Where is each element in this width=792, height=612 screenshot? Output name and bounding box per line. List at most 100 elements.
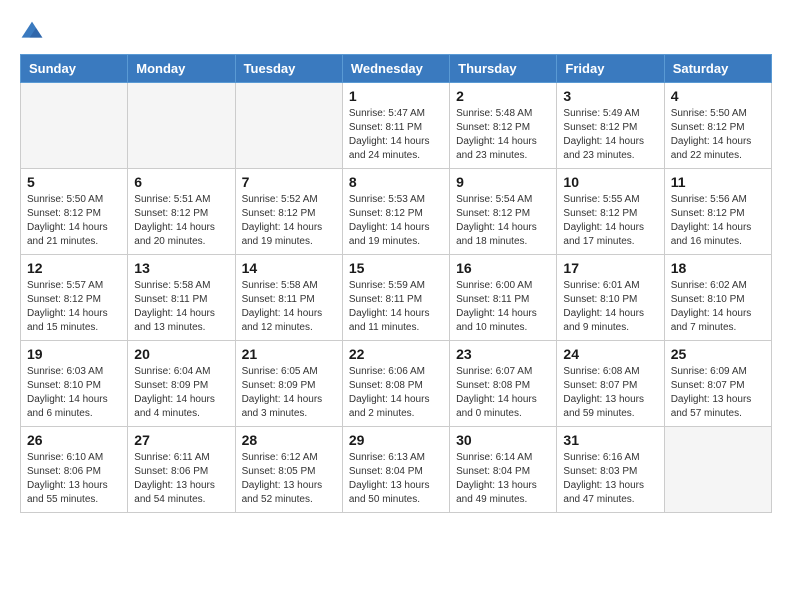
day-info: Sunrise: 6:16 AM Sunset: 8:03 PM Dayligh…: [563, 451, 657, 507]
day-info: Sunrise: 5:57 AM Sunset: 8:12 PM Dayligh…: [27, 279, 121, 335]
calendar-cell: [21, 83, 128, 169]
day-info: Sunrise: 6:00 AM Sunset: 8:11 PM Dayligh…: [456, 279, 550, 335]
calendar-cell: [664, 427, 771, 513]
weekday-header: Monday: [128, 55, 235, 83]
day-number: 3: [563, 88, 657, 104]
calendar-cell: 8 Sunrise: 5:53 AM Sunset: 8:12 PM Daylig…: [342, 169, 449, 255]
day-number: 18: [671, 260, 765, 276]
day-info: Sunrise: 5:51 AM Sunset: 8:12 PM Dayligh…: [134, 193, 228, 249]
day-number: 5: [27, 174, 121, 190]
calendar-cell: 12 Sunrise: 5:57 AM Sunset: 8:12 PM Dayli…: [21, 255, 128, 341]
day-info: Sunrise: 5:53 AM Sunset: 8:12 PM Dayligh…: [349, 193, 443, 249]
day-info: Sunrise: 5:59 AM Sunset: 8:11 PM Dayligh…: [349, 279, 443, 335]
calendar-cell: 18 Sunrise: 6:02 AM Sunset: 8:10 PM Dayli…: [664, 255, 771, 341]
calendar-cell: 16 Sunrise: 6:00 AM Sunset: 8:11 PM Dayli…: [450, 255, 557, 341]
calendar-cell: 25Sunrise: 6:09 AM Sunset: 8:07 PM Dayli…: [664, 341, 771, 427]
day-number: 30: [456, 432, 550, 448]
calendar-cell: [128, 83, 235, 169]
day-number: 11: [671, 174, 765, 190]
calendar-cell: 27Sunrise: 6:11 AM Sunset: 8:06 PM Dayli…: [128, 427, 235, 513]
calendar-cell: 17 Sunrise: 6:01 AM Sunset: 8:10 PM Dayli…: [557, 255, 664, 341]
weekday-header: Thursday: [450, 55, 557, 83]
calendar-cell: 30 Sunrise: 6:14 AM Sunset: 8:04 PM Dayli…: [450, 427, 557, 513]
calendar-cell: 11 Sunrise: 5:56 AM Sunset: 8:12 PM Dayli…: [664, 169, 771, 255]
day-info: Sunrise: 5:48 AM Sunset: 8:12 PM Dayligh…: [456, 107, 550, 163]
calendar-cell: 15 Sunrise: 5:59 AM Sunset: 8:11 PM Dayli…: [342, 255, 449, 341]
day-info: Sunrise: 6:03 AM Sunset: 8:10 PM Dayligh…: [27, 365, 121, 421]
calendar-cell: 20 Sunrise: 6:04 AM Sunset: 8:09 PM Dayli…: [128, 341, 235, 427]
calendar-cell: 14 Sunrise: 5:58 AM Sunset: 8:11 PM Dayli…: [235, 255, 342, 341]
calendar-cell: 22 Sunrise: 6:06 AM Sunset: 8:08 PM Dayli…: [342, 341, 449, 427]
calendar-week-row: 19 Sunrise: 6:03 AM Sunset: 8:10 PM Dayli…: [21, 341, 772, 427]
calendar-week-row: 26 Sunrise: 6:10 AM Sunset: 8:06 PM Dayli…: [21, 427, 772, 513]
day-number: 1: [349, 88, 443, 104]
day-info: Sunrise: 5:56 AM Sunset: 8:12 PM Dayligh…: [671, 193, 765, 249]
day-number: 6: [134, 174, 228, 190]
day-info: Sunrise: 6:07 AM Sunset: 8:08 PM Dayligh…: [456, 365, 550, 421]
day-info: Sunrise: 6:09 AM Sunset: 8:07 PM Dayligh…: [671, 365, 765, 421]
calendar-cell: 29 Sunrise: 6:13 AM Sunset: 8:04 PM Dayli…: [342, 427, 449, 513]
calendar-cell: [235, 83, 342, 169]
page-header: [20, 20, 772, 44]
day-info: Sunrise: 6:02 AM Sunset: 8:10 PM Dayligh…: [671, 279, 765, 335]
weekday-header: Saturday: [664, 55, 771, 83]
day-number: 26: [27, 432, 121, 448]
day-number: 29: [349, 432, 443, 448]
day-number: 22: [349, 346, 443, 362]
day-number: 20: [134, 346, 228, 362]
day-info: Sunrise: 6:12 AM Sunset: 8:05 PM Dayligh…: [242, 451, 336, 507]
day-info: Sunrise: 5:55 AM Sunset: 8:12 PM Dayligh…: [563, 193, 657, 249]
day-info: Sunrise: 5:47 AM Sunset: 8:11 PM Dayligh…: [349, 107, 443, 163]
day-number: 13: [134, 260, 228, 276]
day-info: Sunrise: 6:06 AM Sunset: 8:08 PM Dayligh…: [349, 365, 443, 421]
day-number: 15: [349, 260, 443, 276]
calendar-cell: 13 Sunrise: 5:58 AM Sunset: 8:11 PM Dayli…: [128, 255, 235, 341]
calendar-cell: 21Sunrise: 6:05 AM Sunset: 8:09 PM Dayli…: [235, 341, 342, 427]
calendar-header-row: SundayMondayTuesdayWednesdayThursdayFrid…: [21, 55, 772, 83]
day-number: 2: [456, 88, 550, 104]
day-number: 28: [242, 432, 336, 448]
day-info: Sunrise: 5:50 AM Sunset: 8:12 PM Dayligh…: [671, 107, 765, 163]
day-number: 27: [134, 432, 228, 448]
day-info: Sunrise: 6:04 AM Sunset: 8:09 PM Dayligh…: [134, 365, 228, 421]
weekday-header: Sunday: [21, 55, 128, 83]
day-number: 10: [563, 174, 657, 190]
day-number: 19: [27, 346, 121, 362]
weekday-header: Tuesday: [235, 55, 342, 83]
day-number: 14: [242, 260, 336, 276]
calendar-cell: 7Sunrise: 5:52 AM Sunset: 8:12 PM Daylig…: [235, 169, 342, 255]
day-info: Sunrise: 6:01 AM Sunset: 8:10 PM Dayligh…: [563, 279, 657, 335]
calendar-week-row: 5 Sunrise: 5:50 AM Sunset: 8:12 PM Daylig…: [21, 169, 772, 255]
day-number: 17: [563, 260, 657, 276]
day-number: 31: [563, 432, 657, 448]
day-number: 23: [456, 346, 550, 362]
day-number: 12: [27, 260, 121, 276]
day-info: Sunrise: 6:10 AM Sunset: 8:06 PM Dayligh…: [27, 451, 121, 507]
calendar-cell: 9 Sunrise: 5:54 AM Sunset: 8:12 PM Daylig…: [450, 169, 557, 255]
day-info: Sunrise: 5:58 AM Sunset: 8:11 PM Dayligh…: [242, 279, 336, 335]
calendar-cell: 28 Sunrise: 6:12 AM Sunset: 8:05 PM Dayli…: [235, 427, 342, 513]
day-info: Sunrise: 6:14 AM Sunset: 8:04 PM Dayligh…: [456, 451, 550, 507]
calendar-week-row: 1 Sunrise: 5:47 AM Sunset: 8:11 PM Daylig…: [21, 83, 772, 169]
weekday-header: Wednesday: [342, 55, 449, 83]
calendar-cell: 3 Sunrise: 5:49 AM Sunset: 8:12 PM Daylig…: [557, 83, 664, 169]
calendar-cell: 1 Sunrise: 5:47 AM Sunset: 8:11 PM Daylig…: [342, 83, 449, 169]
calendar-cell: 24Sunrise: 6:08 AM Sunset: 8:07 PM Dayli…: [557, 341, 664, 427]
day-info: Sunrise: 5:50 AM Sunset: 8:12 PM Dayligh…: [27, 193, 121, 249]
day-number: 8: [349, 174, 443, 190]
day-info: Sunrise: 5:58 AM Sunset: 8:11 PM Dayligh…: [134, 279, 228, 335]
day-info: Sunrise: 5:49 AM Sunset: 8:12 PM Dayligh…: [563, 107, 657, 163]
calendar-cell: 26 Sunrise: 6:10 AM Sunset: 8:06 PM Dayli…: [21, 427, 128, 513]
calendar-cell: 31 Sunrise: 6:16 AM Sunset: 8:03 PM Dayli…: [557, 427, 664, 513]
calendar-cell: 5 Sunrise: 5:50 AM Sunset: 8:12 PM Daylig…: [21, 169, 128, 255]
calendar-cell: 6 Sunrise: 5:51 AM Sunset: 8:12 PM Daylig…: [128, 169, 235, 255]
day-number: 16: [456, 260, 550, 276]
weekday-header: Friday: [557, 55, 664, 83]
day-number: 24: [563, 346, 657, 362]
day-number: 9: [456, 174, 550, 190]
calendar-cell: 23 Sunrise: 6:07 AM Sunset: 8:08 PM Dayli…: [450, 341, 557, 427]
day-info: Sunrise: 6:13 AM Sunset: 8:04 PM Dayligh…: [349, 451, 443, 507]
logo-icon: [20, 20, 44, 44]
day-info: Sunrise: 5:54 AM Sunset: 8:12 PM Dayligh…: [456, 193, 550, 249]
calendar-cell: 2 Sunrise: 5:48 AM Sunset: 8:12 PM Daylig…: [450, 83, 557, 169]
